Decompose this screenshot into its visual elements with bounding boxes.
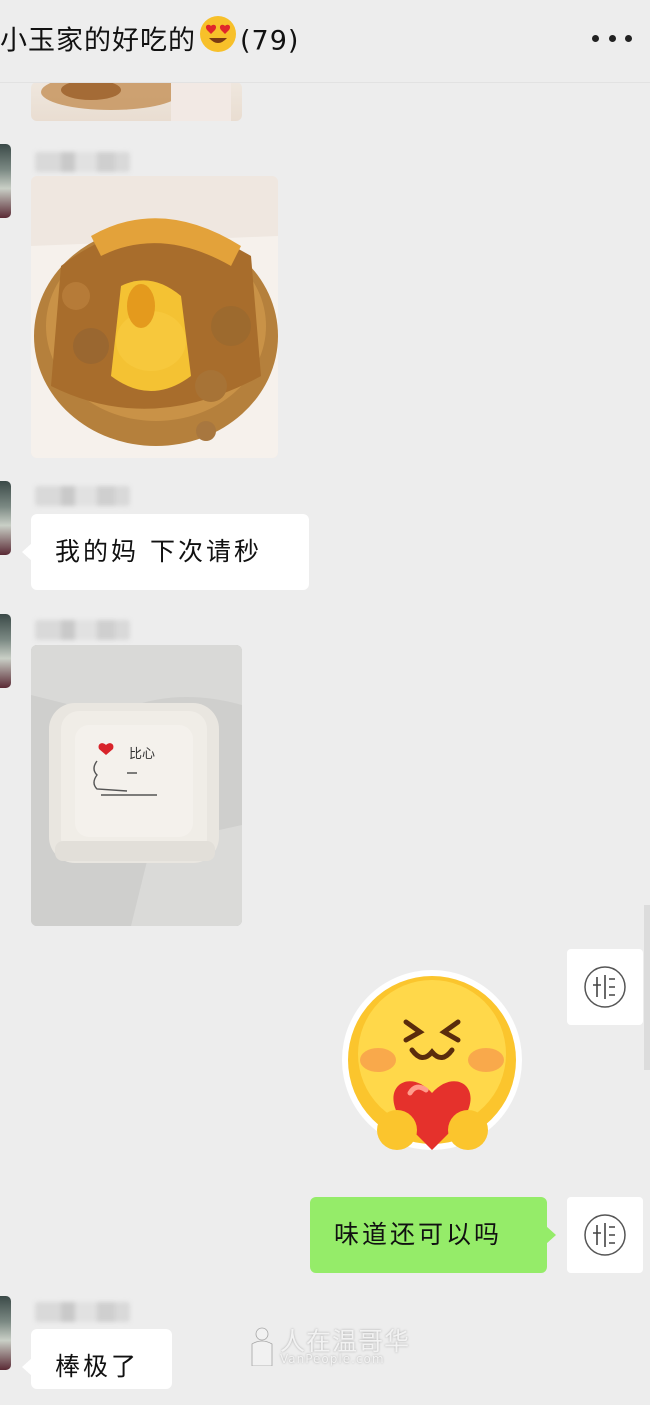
self-avatar[interactable]	[567, 1197, 643, 1273]
stamp-logo-icon	[584, 966, 626, 1008]
message-bubble[interactable]: 棒极了	[22, 1329, 172, 1389]
chat-header: 小玉家的好吃的 (79)	[0, 0, 650, 83]
message-bubble[interactable]: 味道还可以吗	[310, 1197, 556, 1273]
member-count: (79)	[240, 25, 300, 57]
box-doodle-text: 比心	[129, 747, 156, 762]
avatar[interactable]	[0, 1296, 11, 1370]
heart-eyes-emoji-icon	[198, 14, 238, 70]
scroll-indicator	[644, 905, 650, 1070]
sender-nickname	[35, 486, 130, 506]
watermark-url: VanPeople.com	[280, 1352, 385, 1366]
maple-person-icon	[251, 1327, 273, 1366]
self-avatar[interactable]	[567, 949, 643, 1025]
group-name: 小玉家的好吃的	[0, 25, 196, 57]
more-dots-icon[interactable]	[592, 22, 632, 54]
avatar[interactable]	[0, 144, 11, 218]
takeout-box-photo[interactable]: 比心	[31, 645, 242, 926]
message-bubble[interactable]: 我的妈 下次请秒	[22, 514, 309, 590]
message-text: 棒极了	[55, 1352, 140, 1381]
stamp-logo-icon	[584, 1214, 626, 1256]
sender-nickname	[35, 620, 130, 640]
pork-floss-cake-photo[interactable]	[31, 176, 278, 458]
message-text: 味道还可以吗	[334, 1220, 503, 1249]
sender-nickname	[35, 152, 130, 172]
message-text: 我的妈 下次请秒	[55, 537, 262, 566]
blushing-heart-emoji-sticker[interactable]	[340, 968, 525, 1163]
chat-title: 小玉家的好吃的 (79)	[0, 14, 299, 62]
sender-nickname	[35, 1302, 130, 1322]
watermark: 人在温哥华 VanPeople.com	[248, 1322, 409, 1372]
avatar[interactable]	[0, 481, 11, 555]
food-photo[interactable]	[31, 82, 242, 121]
avatar[interactable]	[0, 614, 11, 688]
